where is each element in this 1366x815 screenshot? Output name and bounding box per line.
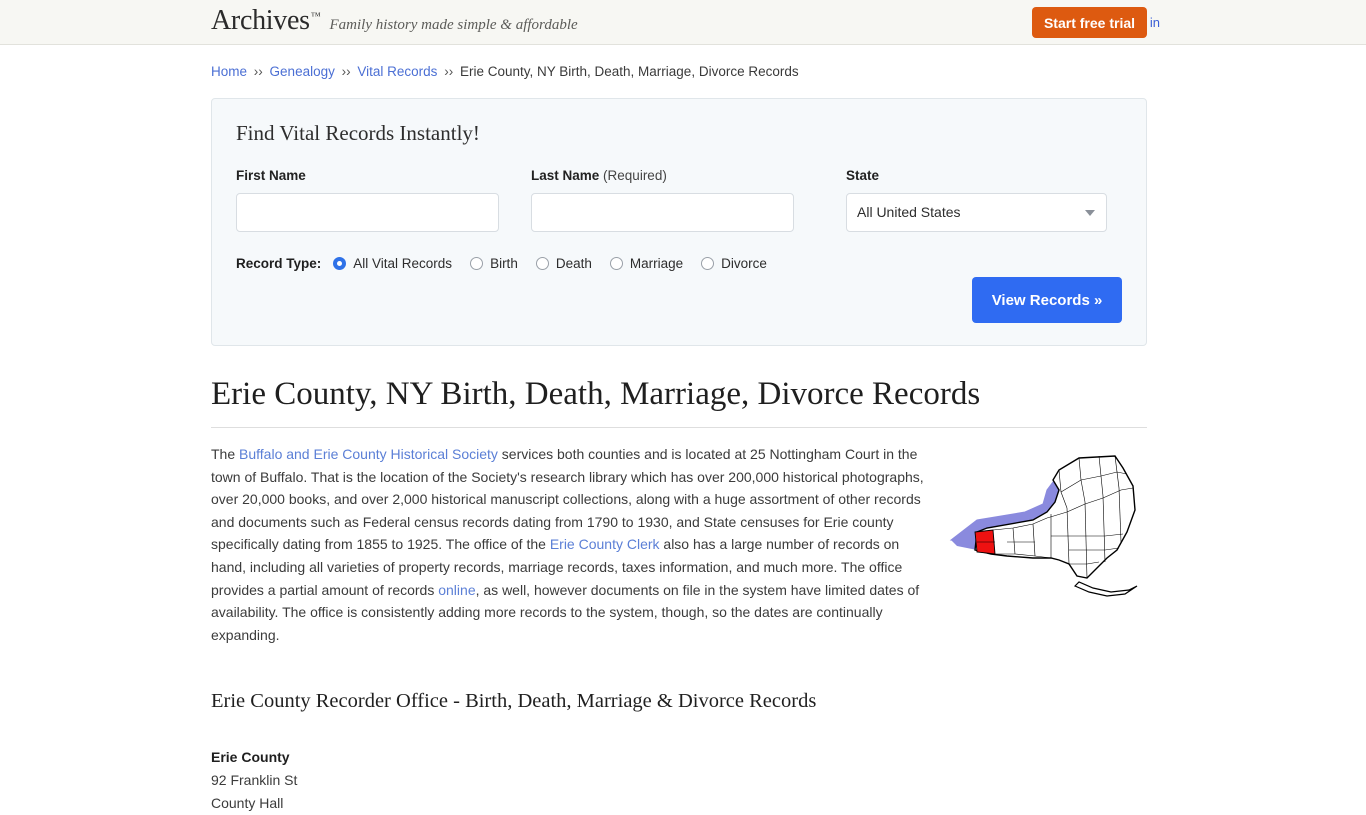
logo-wordmark: Archives — [211, 5, 310, 36]
site-logo[interactable]: Archives ™ Family history made simple & … — [211, 7, 578, 35]
search-panel-title: Find Vital Records Instantly! — [236, 121, 480, 145]
first-name-field-group: First Name — [236, 168, 499, 232]
state-field-group: State All United States — [846, 168, 1107, 232]
state-label: State — [846, 168, 1107, 183]
last-name-input[interactable] — [531, 193, 794, 232]
radio-birth[interactable]: Birth — [470, 256, 518, 271]
search-fields-row: First Name Last Name (Required) State Al… — [236, 168, 1122, 232]
recorder-office-section-title: Erie County Recorder Office - Birth, Dea… — [211, 690, 817, 713]
article-body: The Buffalo and Erie County Historical S… — [211, 443, 1147, 646]
trademark-icon: ™ — [310, 11, 321, 22]
last-name-label-text: Last Name — [531, 168, 600, 183]
breadcrumb-separator: ›› — [444, 64, 454, 79]
breadcrumb-separator: ›› — [341, 64, 351, 79]
address-building: County Hall — [211, 795, 284, 812]
state-label-text: State — [846, 168, 880, 183]
last-name-field-group: Last Name (Required) — [531, 168, 794, 232]
breadcrumb: Home ›› Genealogy ›› Vital Records ›› Er… — [211, 63, 1147, 81]
address-street: 92 Franklin St — [211, 772, 298, 789]
long-island-shape — [1073, 581, 1138, 597]
recorder-office-address: Erie County 92 Franklin St County Hall — [211, 746, 1147, 815]
address-county-name: Erie County — [211, 749, 290, 766]
first-name-label-text: First Name — [236, 168, 306, 183]
new-york-state-map — [947, 446, 1147, 606]
content-column: Home ›› Genealogy ›› Vital Records ›› Er… — [211, 45, 1147, 815]
link-online[interactable]: online — [438, 582, 475, 598]
header-inner: Archives ™ Family history made simple & … — [0, 0, 1366, 45]
radio-label: All Vital Records — [353, 256, 453, 271]
breadcrumb-item-vital-records[interactable]: Vital Records — [357, 64, 437, 79]
radio-button-icon[interactable] — [609, 257, 623, 270]
radio-label: Birth — [490, 256, 518, 271]
radio-label: Marriage — [629, 256, 684, 271]
site-tagline: Family history made simple & affordable — [329, 17, 578, 33]
breadcrumb-item-home[interactable]: Home — [211, 64, 247, 79]
site-header: Archives ™ Family history made simple & … — [0, 0, 1366, 45]
paragraph-part-1: The — [211, 446, 240, 462]
radio-label: Divorce — [721, 256, 767, 271]
radio-button-icon[interactable] — [701, 257, 715, 270]
breadcrumb-current-page: Erie County, NY Birth, Death, Marriage, … — [459, 64, 799, 79]
first-name-input[interactable] — [236, 193, 499, 232]
record-type-row: Record Type: All Vital Records Birth Dea… — [236, 256, 1122, 271]
radio-button-icon[interactable] — [470, 257, 484, 270]
record-type-label: Record Type: — [236, 256, 322, 271]
radio-all-vital-records[interactable]: All Vital Records — [333, 256, 452, 271]
link-erie-county-clerk[interactable]: Erie County Clerk — [550, 536, 660, 552]
radio-marriage[interactable]: Marriage — [609, 256, 684, 271]
first-name-label: First Name — [236, 168, 499, 183]
state-select-wrap: All United States — [846, 193, 1107, 232]
link-historical-society[interactable]: Buffalo and Erie County Historical Socie… — [239, 446, 498, 462]
last-name-required-note: (Required) — [603, 168, 667, 183]
page-title: Erie County, NY Birth, Death, Marriage, … — [211, 376, 981, 412]
vital-records-search-panel: Find Vital Records Instantly! First Name… — [211, 98, 1147, 346]
radio-button-icon[interactable] — [535, 257, 549, 270]
state-select[interactable]: All United States — [846, 193, 1107, 232]
start-free-trial-button[interactable]: Start free trial — [1032, 7, 1147, 38]
last-name-label: Last Name (Required) — [531, 168, 794, 183]
radio-button-icon[interactable] — [333, 257, 347, 270]
title-divider — [211, 427, 1147, 428]
breadcrumb-item-genealogy[interactable]: Genealogy — [270, 64, 335, 79]
radio-death[interactable]: Death — [535, 256, 592, 271]
radio-label: Death — [555, 256, 592, 271]
radio-divorce[interactable]: Divorce — [701, 256, 767, 271]
breadcrumb-separator: ›› — [253, 64, 263, 79]
view-records-button[interactable]: View Records » — [972, 277, 1122, 323]
